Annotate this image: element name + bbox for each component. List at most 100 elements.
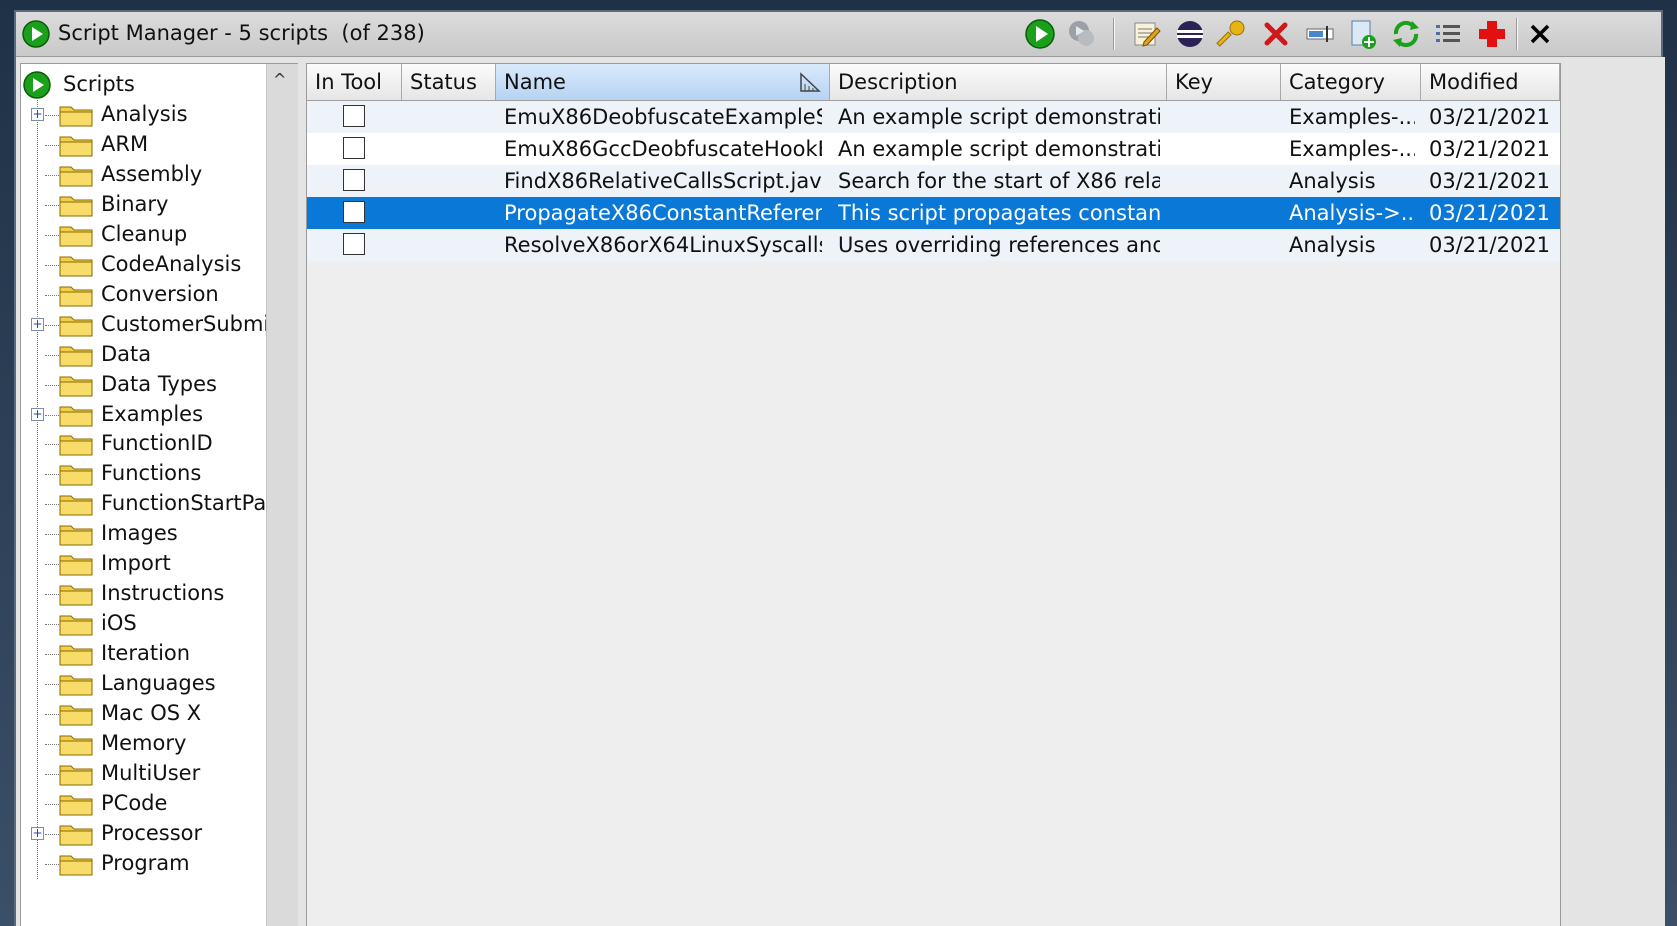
run-icon xyxy=(23,71,51,99)
column-header-key[interactable]: Key xyxy=(1167,64,1281,100)
expand-icon[interactable]: + xyxy=(31,317,44,331)
column-header-category[interactable]: Category xyxy=(1281,64,1421,100)
script-directories-icon[interactable] xyxy=(1432,18,1464,50)
rename-script-icon[interactable] xyxy=(1304,18,1336,50)
tree-item-label: Assembly xyxy=(101,161,203,186)
tree-item-label: FunctionID xyxy=(101,431,213,456)
edit-script-icon[interactable] xyxy=(1130,18,1162,50)
run-icon xyxy=(22,20,50,48)
tree-item[interactable]: + CustomerSubmissi xyxy=(21,310,297,340)
table-row[interactable]: FindX86RelativeCallsScript.java Search fo… xyxy=(307,165,1560,197)
window-body: Scripts + Analysis ARM Assembly Binary Cleanu… xyxy=(16,57,1665,926)
column-header-in-tool[interactable]: In Tool xyxy=(307,64,402,100)
scroll-up-icon[interactable]: ^ xyxy=(273,70,286,89)
new-script-icon[interactable] xyxy=(1346,18,1378,50)
run-script-icon[interactable] xyxy=(1024,18,1056,50)
tree-item[interactable]: Data Types xyxy=(21,370,271,400)
ghidra-help-icon[interactable] xyxy=(1476,18,1508,50)
tree-item[interactable]: Import xyxy=(21,549,271,579)
tree-item[interactable]: Cleanup xyxy=(21,220,271,250)
tree-item[interactable]: Binary xyxy=(21,190,271,220)
cell-key xyxy=(1175,197,1275,229)
cell-modified: 03/21/2021 xyxy=(1429,105,1551,129)
table-row[interactable]: ResolveX86orX64LinuxSyscalls... Uses over… xyxy=(307,229,1560,261)
in-tool-checkbox[interactable] xyxy=(343,137,365,159)
tree-item-label: PCode xyxy=(101,790,168,815)
delete-script-icon[interactable] xyxy=(1260,18,1292,50)
tree-item[interactable]: Iteration xyxy=(21,639,271,669)
tree-connector xyxy=(45,264,59,266)
tree-connector xyxy=(45,624,59,626)
tree-connector xyxy=(45,684,59,686)
table-row[interactable]: EmuX86GccDeobfuscateHookEx... An example … xyxy=(307,133,1560,165)
tree-connector xyxy=(45,474,59,476)
tree-item[interactable]: Assembly xyxy=(21,160,271,190)
tree-item[interactable]: PCode xyxy=(21,789,271,819)
in-tool-checkbox[interactable] xyxy=(343,169,365,191)
cell-key xyxy=(1175,101,1275,133)
tree-item[interactable]: + Processor xyxy=(21,819,271,849)
in-tool-checkbox[interactable] xyxy=(343,105,365,127)
table-row[interactable]: PropagateX86ConstantReferenc... This scri… xyxy=(307,197,1560,229)
tree-item[interactable]: Functions xyxy=(21,459,271,489)
table-row[interactable]: EmuX86DeobfuscateExampleSc... An example … xyxy=(307,101,1560,133)
tree-connector xyxy=(45,654,59,656)
tree-item[interactable]: Conversion xyxy=(21,280,271,310)
tree-item[interactable]: CodeAnalysis xyxy=(21,250,271,280)
screen: Script Manager - 5 scripts (of 238) Scri… xyxy=(0,0,1677,926)
cell-name: EmuX86GccDeobfuscateHookEx... xyxy=(504,137,822,161)
tree-item[interactable]: iOS xyxy=(21,609,271,639)
tree-item[interactable]: + Examples xyxy=(21,400,271,430)
cell-key xyxy=(1175,229,1275,261)
tree-connector xyxy=(45,833,59,835)
pane-splitter[interactable] xyxy=(298,57,304,926)
tree-item[interactable]: Languages xyxy=(21,669,271,699)
tree-connector xyxy=(45,144,59,146)
tree-item-label: Processor xyxy=(101,820,203,845)
tree-item-label: Languages xyxy=(101,671,216,696)
refresh-icon[interactable] xyxy=(1390,18,1422,50)
tree-item[interactable]: Program xyxy=(21,849,271,879)
script-manager-window: Script Manager - 5 scripts (of 238) Scri… xyxy=(14,10,1665,926)
table-header: In Tool Status Name Description Key Cate… xyxy=(307,64,1560,101)
cell-status xyxy=(410,229,496,261)
expand-icon[interactable]: + xyxy=(31,407,44,421)
cell-modified: 03/21/2021 xyxy=(1429,201,1551,225)
run-last-script-icon[interactable] xyxy=(1066,18,1098,50)
tree-connector xyxy=(45,354,59,356)
tree-item[interactable]: Data xyxy=(21,340,271,370)
folder-icon xyxy=(59,582,93,606)
tree-item[interactable]: Memory xyxy=(21,729,271,759)
tree-scrollbar[interactable]: ^ xyxy=(266,64,299,926)
close-icon[interactable] xyxy=(1524,18,1556,50)
tree-connector xyxy=(45,594,59,596)
tree-root-scripts[interactable]: Scripts xyxy=(21,70,271,100)
tree-item-label: Binary xyxy=(101,191,169,216)
tree-item[interactable]: MultiUser xyxy=(21,759,271,789)
eclipse-icon[interactable] xyxy=(1174,18,1206,50)
in-tool-checkbox[interactable] xyxy=(343,201,365,223)
tree-item-label: Memory xyxy=(101,730,187,755)
tree-item[interactable]: Instructions xyxy=(21,579,271,609)
expand-icon[interactable]: + xyxy=(31,108,44,121)
tree-connector xyxy=(45,504,59,506)
expand-icon[interactable]: + xyxy=(31,826,44,840)
tree-connector xyxy=(45,414,59,416)
cell-status xyxy=(410,133,496,165)
cell-status xyxy=(410,197,496,229)
tree-item[interactable]: FunctionID xyxy=(21,429,271,459)
tree-item[interactable]: + Analysis xyxy=(21,100,271,130)
tree-item[interactable]: Mac OS X xyxy=(21,699,271,729)
column-header-name[interactable]: Name xyxy=(496,64,830,100)
tree-item[interactable]: FunctionStartPatte xyxy=(21,489,296,519)
column-header-modified[interactable]: Modified xyxy=(1421,64,1560,100)
cell-name: ResolveX86orX64LinuxSyscalls... xyxy=(504,233,822,257)
in-tool-checkbox[interactable] xyxy=(343,233,365,255)
column-header-description[interactable]: Description xyxy=(830,64,1167,100)
folder-icon xyxy=(59,103,93,127)
tree-item[interactable]: Images xyxy=(21,519,271,549)
folder-icon xyxy=(59,702,93,726)
key-binding-icon[interactable] xyxy=(1216,18,1248,50)
column-header-status[interactable]: Status xyxy=(402,64,496,100)
tree-item[interactable]: ARM xyxy=(21,130,271,160)
